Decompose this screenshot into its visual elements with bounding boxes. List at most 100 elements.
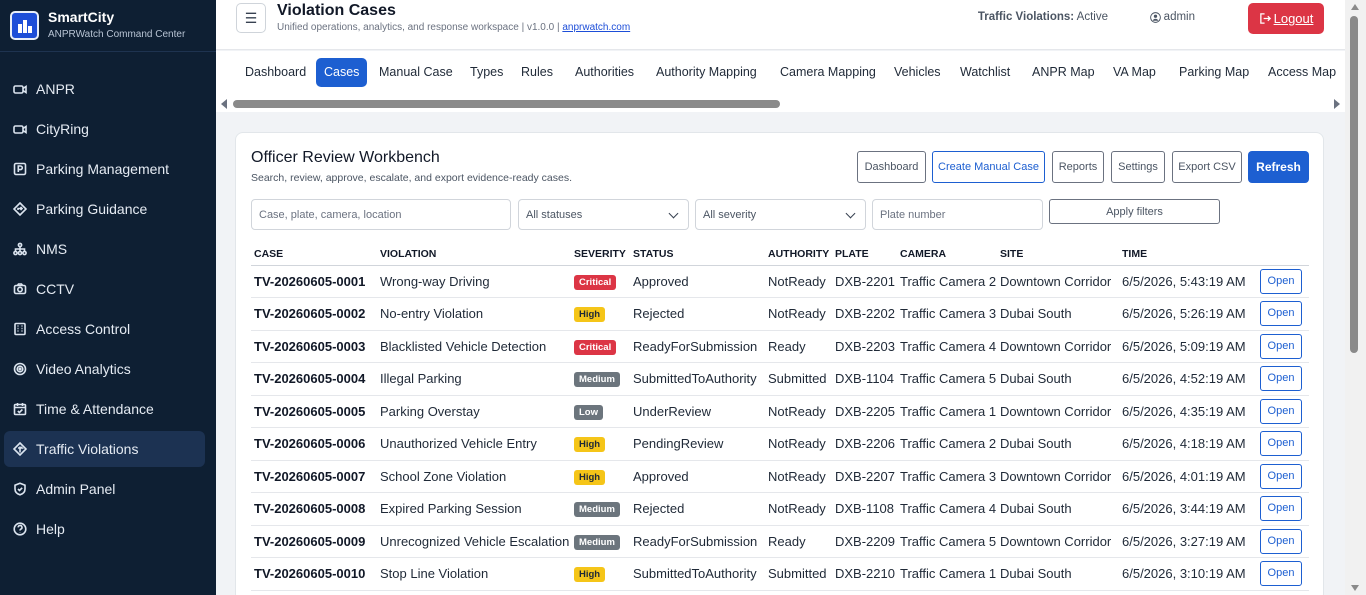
sidebar-item-admin-panel[interactable]: Admin Panel	[4, 471, 205, 507]
status-value: Active	[1076, 11, 1108, 23]
status-cell: SubmittedToAuthority	[630, 557, 765, 591]
scroll-right-icon[interactable]	[1334, 99, 1340, 109]
column-header-camera[interactable]: CAMERA	[897, 243, 997, 266]
open-case-button[interactable]: Open	[1260, 268, 1302, 294]
open-case-button[interactable]: Open	[1260, 496, 1302, 522]
reports-button[interactable]: Reports	[1052, 151, 1104, 183]
table-row[interactable]: TV-20260605-0010 Stop Line Violation High S…	[251, 557, 1309, 591]
sidebar-item-video-analytics[interactable]: Video Analytics	[4, 351, 205, 387]
tab-rules[interactable]: Rules	[513, 58, 561, 87]
tab-types[interactable]: Types	[462, 58, 511, 87]
table-row[interactable]: TV-20260605-0009 Unrecognized Vehicle Esc…	[251, 525, 1309, 558]
sidebar-item-label: Traffic Violations	[36, 441, 139, 457]
open-case-button[interactable]: Open	[1260, 301, 1302, 327]
severity-select[interactable]: All severity	[695, 199, 866, 230]
scroll-left-icon[interactable]	[221, 99, 227, 109]
search-field[interactable]	[251, 199, 511, 230]
severity-badge: Medium	[574, 372, 620, 388]
severity-badge: High	[574, 307, 606, 323]
page-scrollbar[interactable]	[1345, 0, 1366, 595]
open-case-button[interactable]: Open	[1260, 366, 1302, 392]
logout-button[interactable]: Logout	[1248, 3, 1324, 34]
menu-toggle-button[interactable]: ☰	[236, 3, 266, 33]
scroll-up-icon[interactable]	[1351, 4, 1359, 10]
status-select[interactable]: All statuses	[518, 199, 689, 230]
sidebar-item-access-control[interactable]: Access Control	[4, 311, 205, 347]
sidebar-item-help[interactable]: Help	[4, 511, 205, 547]
export-csv-button[interactable]: Export CSV	[1172, 151, 1242, 183]
table-row[interactable]: TV-20260605-0004 Illegal Parking Medium Sub…	[251, 362, 1309, 396]
plate-field[interactable]	[872, 199, 1043, 230]
dashboard-button[interactable]: Dashboard	[857, 151, 926, 183]
open-case-button[interactable]: Open	[1260, 528, 1302, 554]
tab-manual-case[interactable]: Manual Case	[371, 58, 461, 87]
table-header-row: CASE VIOLATION SEVERITY STATUS AUTHORITY PLAT…	[251, 243, 1309, 266]
table-row[interactable]: TV-20260605-0007 School Zone Violation Hig…	[251, 460, 1309, 493]
open-case-button[interactable]: Open	[1260, 431, 1302, 457]
tab-dashboard[interactable]: Dashboard	[237, 58, 314, 87]
tab-cases[interactable]: Cases	[316, 58, 368, 87]
column-header-violation[interactable]: VIOLATION	[377, 243, 571, 266]
apply-filters-button[interactable]: Apply filters	[1049, 199, 1220, 224]
camera-cell: Traffic Camera 3	[897, 297, 997, 331]
table-body: TV-20260605-0001 Wrong-way Driving Critica…	[251, 265, 1309, 591]
table-row[interactable]: TV-20260605-0006 Unauthorized Vehicle Ent…	[251, 427, 1309, 461]
tab-parking-map[interactable]: Parking Map	[1171, 58, 1257, 87]
sidebar-item-nms[interactable]: NMS	[4, 231, 205, 267]
table-row[interactable]: TV-20260605-0008 Expired Parking Session M…	[251, 492, 1309, 526]
brand[interactable]: SmartCity ANPRWatch Command Center	[0, 0, 216, 52]
column-header-authority[interactable]: AUTHORITY	[765, 243, 832, 266]
sidebar-item-anpr[interactable]: ANPR	[4, 71, 205, 107]
tab-authority-mapping[interactable]: Authority Mapping	[648, 58, 765, 87]
create-manual-case-button[interactable]: Create Manual Case	[932, 151, 1045, 183]
camera-cell: Traffic Camera 5	[897, 362, 997, 396]
open-case-button[interactable]: Open	[1260, 463, 1302, 489]
sidebar-item-traffic-violations[interactable]: Traffic Violations	[4, 431, 205, 467]
sidebar-item-label: Admin Panel	[36, 481, 116, 497]
open-case-button[interactable]: Open	[1260, 561, 1302, 587]
violation-cell: Wrong-way Driving	[377, 265, 571, 298]
column-header-plate[interactable]: PLATE	[832, 243, 897, 266]
tab-vehicles[interactable]: Vehicles	[886, 58, 949, 87]
scrollbar-thumb[interactable]	[233, 100, 780, 108]
plate-input[interactable]	[880, 208, 1042, 221]
tab-anpr-map[interactable]: ANPR Map	[1024, 58, 1103, 87]
severity-badge: Medium	[574, 502, 620, 518]
actions-cell: Open	[1257, 525, 1309, 558]
column-header-status[interactable]: STATUS	[630, 243, 765, 266]
open-case-button[interactable]: Open	[1260, 398, 1302, 424]
column-header-case[interactable]: CASE	[251, 243, 377, 266]
sidebar-item-cityring[interactable]: CityRing	[4, 111, 205, 147]
column-header-actions	[1257, 243, 1309, 266]
camera-icon	[12, 122, 27, 137]
tab-camera-mapping[interactable]: Camera Mapping	[772, 58, 884, 87]
column-header-time[interactable]: TIME	[1119, 243, 1257, 266]
table-row[interactable]: TV-20260605-0001 Wrong-way Driving Critica…	[251, 265, 1309, 298]
table-row[interactable]: TV-20260605-0005 Parking Overstay Low Under…	[251, 395, 1309, 428]
sidebar-item-parking-guidance[interactable]: Parking Guidance	[4, 191, 205, 227]
website-link[interactable]: anprwatch.com	[562, 22, 630, 33]
page-scrollbar-thumb[interactable]	[1350, 16, 1358, 353]
status-cell: SubmittedToAuthority	[630, 362, 765, 396]
search-input[interactable]	[259, 208, 510, 221]
scroll-down-icon[interactable]	[1351, 585, 1359, 591]
tabs-scrollbar[interactable]	[216, 96, 1345, 112]
table-row[interactable]: TV-20260605-0003 Blacklisted Vehicle Dete…	[251, 330, 1309, 363]
tab-authorities[interactable]: Authorities	[567, 58, 642, 87]
refresh-button[interactable]: Refresh	[1248, 151, 1309, 183]
column-header-site[interactable]: SITE	[997, 243, 1119, 266]
sidebar-item-label: NMS	[36, 241, 68, 257]
sidebar-item-parking-management[interactable]: Parking Management	[4, 151, 205, 187]
sidebar-item-cctv[interactable]: CCTV	[4, 271, 205, 307]
camera-cell: Traffic Camera 2	[897, 265, 997, 298]
tab-watchlist[interactable]: Watchlist	[952, 58, 1018, 87]
open-case-button[interactable]: Open	[1260, 333, 1302, 359]
tab-va-map[interactable]: VA Map	[1105, 58, 1164, 87]
violation-cell: Blacklisted Vehicle Detection	[377, 330, 571, 363]
column-header-severity[interactable]: SEVERITY	[571, 243, 630, 266]
sidebar-item-time-attendance[interactable]: Time & Attendance	[4, 391, 205, 427]
tab-access-map[interactable]: Access Map	[1260, 58, 1344, 87]
status-cell: Approved	[630, 460, 765, 493]
table-row[interactable]: TV-20260605-0002 No-entry Violation High Re…	[251, 297, 1309, 331]
settings-button[interactable]: Settings	[1111, 151, 1165, 183]
